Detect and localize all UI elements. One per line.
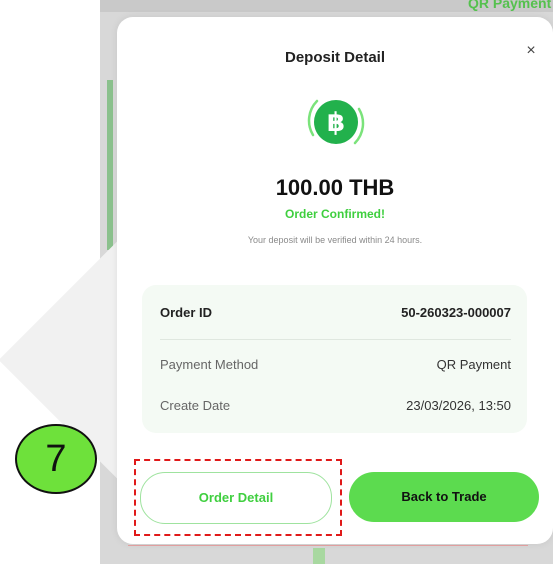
detail-label: Payment Method	[160, 357, 259, 372]
bitcoin-icon: ฿	[307, 99, 365, 145]
order-status: Order Confirmed!	[284, 207, 385, 221]
divider	[160, 339, 511, 340]
detail-value: QR Payment	[436, 357, 511, 372]
background-green-edge	[107, 80, 113, 250]
svg-text:฿: ฿	[327, 108, 345, 138]
background-bottom-line	[128, 545, 528, 546]
order-info-card: Order ID 50-260323-000007 Payment Method…	[142, 285, 527, 433]
background-bottom-block	[313, 548, 325, 564]
verification-note: Your deposit will be verified within 24 …	[247, 235, 423, 245]
back-to-trade-button[interactable]: Back to Trade	[349, 472, 539, 522]
annotation-step-badge: 7	[15, 424, 97, 494]
close-icon[interactable]: ×	[521, 41, 541, 61]
detail-label: Order ID	[160, 305, 213, 320]
detail-value: 23/03/2026, 13:50	[406, 398, 511, 413]
background-payment-label: QR Payment	[468, 0, 552, 11]
deposit-amount: 100.00 THB	[275, 175, 395, 200]
detail-row-order-id: Order ID 50-260323-000007	[160, 305, 511, 325]
annotation-highlight-box	[134, 459, 342, 536]
detail-value: 50-260323-000007	[401, 305, 511, 320]
detail-row-payment-method: Payment Method QR Payment	[160, 357, 511, 377]
detail-row-create-date: Create Date 23/03/2026, 13:50	[160, 398, 511, 418]
detail-label: Create Date	[160, 398, 231, 413]
modal-title: Deposit Detail	[284, 49, 386, 66]
